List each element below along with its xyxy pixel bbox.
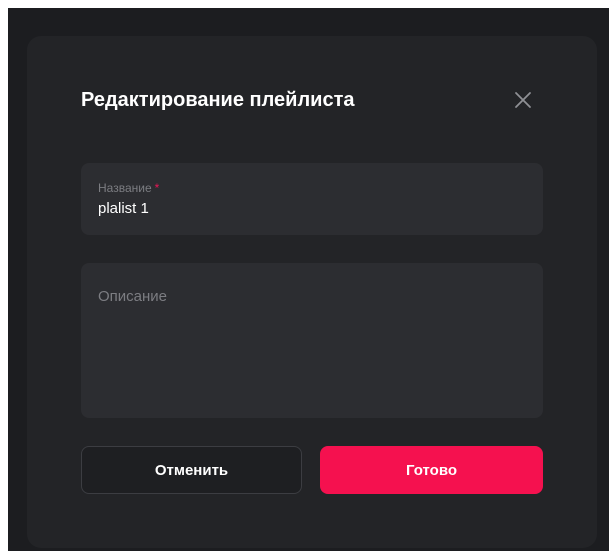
required-mark: *: [154, 181, 160, 195]
description-placeholder: Описание: [98, 288, 168, 305]
description-field[interactable]: Описание: [81, 263, 543, 418]
done-button[interactable]: Готово: [320, 446, 543, 494]
cancel-button[interactable]: Отменить: [81, 446, 302, 494]
close-icon: [511, 88, 535, 112]
edit-playlist-dialog: Редактирование плейлиста Название * plali…: [27, 36, 597, 548]
cancel-button-label: Отменить: [154, 461, 229, 479]
name-label-text: Название: [98, 181, 152, 195]
done-button-label: Готово: [405, 461, 458, 479]
name-field-value[interactable]: plalist 1: [98, 200, 149, 218]
name-field-label: Название *: [98, 181, 159, 195]
name-field[interactable]: Название * plalist 1: [81, 163, 543, 235]
close-button[interactable]: [511, 88, 535, 112]
dialog-title: Редактирование плейлиста: [81, 89, 355, 111]
